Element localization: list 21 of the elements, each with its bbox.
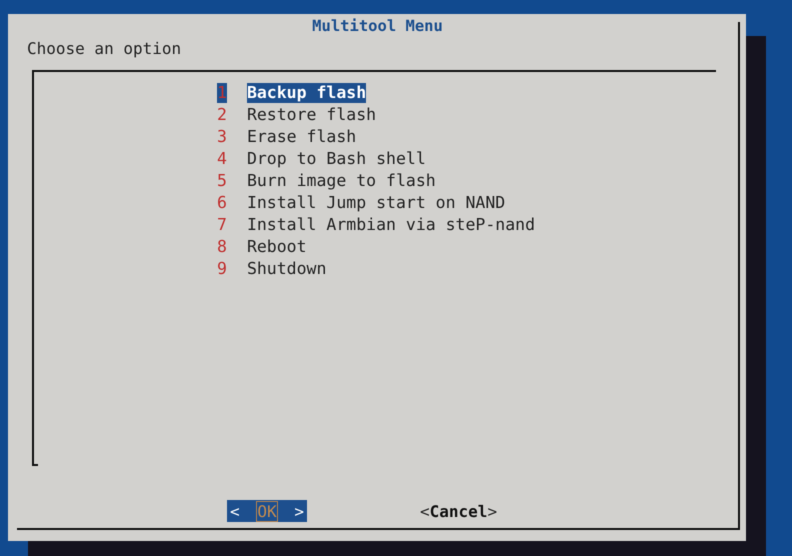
menu-item[interactable]: Restore flash xyxy=(246,105,376,125)
menu-item[interactable]: Install Armbian via steP-nand xyxy=(246,215,536,235)
menu-item[interactable]: Backup flash xyxy=(246,83,366,103)
menu-item-number[interactable]: 2 xyxy=(217,105,227,125)
menu-item[interactable]: Burn image to flash xyxy=(246,171,436,191)
menu-item-number[interactable]: 5 xyxy=(217,171,227,191)
ok-button[interactable]: < OK > xyxy=(227,500,307,522)
menu-item[interactable]: Drop to Bash shell xyxy=(246,149,426,169)
menu-item-number[interactable]: 8 xyxy=(217,237,227,257)
menu-item[interactable]: Reboot xyxy=(246,237,307,257)
menu-item-number[interactable]: 9 xyxy=(217,259,227,279)
menu-item-number[interactable]: 6 xyxy=(217,193,227,213)
dialog-title: Multitool Menu xyxy=(312,16,443,36)
menu-item[interactable]: Install Jump start on NAND xyxy=(246,193,506,213)
menu-item-number[interactable]: 3 xyxy=(217,127,227,147)
menu-item[interactable]: Shutdown xyxy=(246,259,326,279)
cancel-button[interactable]: <Cancel> xyxy=(417,500,497,522)
dialog-prompt: Choose an option xyxy=(27,38,182,60)
menu-item-number[interactable]: 7 xyxy=(217,215,227,235)
menu-item[interactable]: Erase flash xyxy=(246,127,356,147)
menu-item-number[interactable]: 4 xyxy=(217,149,227,169)
